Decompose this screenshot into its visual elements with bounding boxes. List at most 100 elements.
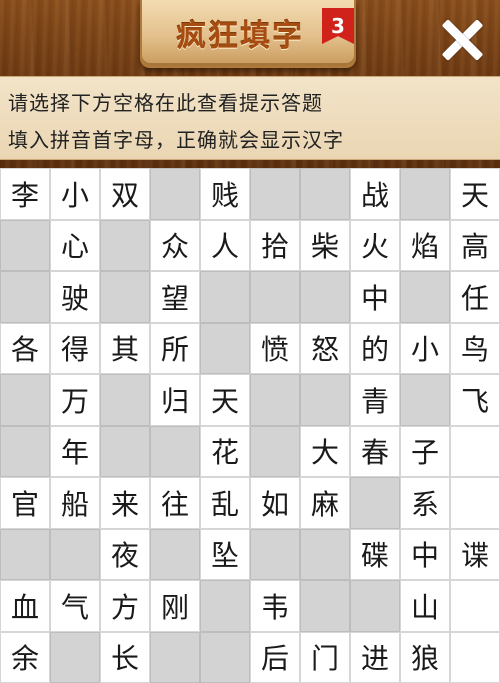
grid-cell[interactable]: 柴 [300, 219, 350, 271]
grid-cell[interactable] [450, 477, 500, 529]
close-icon[interactable] [436, 14, 488, 66]
grid-cell[interactable]: 春 [350, 425, 400, 477]
grid-cell[interactable]: 任 [450, 271, 500, 323]
title-plaque: 疯狂填字 3 [140, 0, 356, 68]
grid-block-cell [400, 374, 450, 426]
grid-block-cell [100, 219, 150, 271]
grid-cell[interactable]: 高 [450, 219, 500, 271]
grid-block-cell [200, 631, 250, 683]
grid-cell[interactable]: 人 [200, 219, 250, 271]
grid-cell[interactable] [450, 631, 500, 683]
grid-cell[interactable]: 山 [400, 580, 450, 632]
grid-block-cell [100, 425, 150, 477]
grid-block-cell [250, 271, 300, 323]
grid-block-cell [200, 322, 250, 374]
grid-cell[interactable]: 双 [100, 168, 150, 220]
grid-block-cell [0, 528, 50, 580]
grid-cell[interactable]: 众 [150, 219, 200, 271]
grid-cell[interactable]: 中 [350, 271, 400, 323]
grid-cell[interactable]: 心 [50, 219, 100, 271]
grid-cell[interactable]: 天 [200, 374, 250, 426]
grid-cell[interactable] [450, 425, 500, 477]
game-title: 疯狂填字 [176, 19, 304, 54]
grid-cell[interactable]: 得 [50, 322, 100, 374]
grid-cell[interactable]: 拾 [250, 219, 300, 271]
grid-block-cell [0, 219, 50, 271]
crossword-grid: 李小双贱战天心众人拾柴火焰高驶望中任各得其所愤怒的小鸟万归天青飞年花大春子官船来… [0, 168, 500, 683]
grid-block-cell [50, 528, 100, 580]
grid-block-cell [150, 631, 200, 683]
grid-cell[interactable]: 刚 [150, 580, 200, 632]
grid-cell[interactable]: 气 [50, 580, 100, 632]
grid-cell[interactable]: 归 [150, 374, 200, 426]
grid-cell[interactable]: 进 [350, 631, 400, 683]
grid-cell[interactable]: 战 [350, 168, 400, 220]
grid-cell[interactable]: 各 [0, 322, 50, 374]
grid-cell[interactable]: 狼 [400, 631, 450, 683]
level-number: 3 [331, 14, 345, 38]
grid-block-cell [200, 271, 250, 323]
grid-cell[interactable]: 系 [400, 477, 450, 529]
grid-block-cell [250, 374, 300, 426]
grid-block-cell [0, 271, 50, 323]
grid-cell[interactable]: 谍 [450, 528, 500, 580]
grid-block-cell [400, 168, 450, 220]
grid-cell[interactable]: 火 [350, 219, 400, 271]
grid-block-cell [300, 374, 350, 426]
grid-block-cell [400, 271, 450, 323]
grid-cell[interactable]: 怒 [300, 322, 350, 374]
grid-cell[interactable]: 如 [250, 477, 300, 529]
grid-block-cell [0, 374, 50, 426]
grid-cell[interactable]: 花 [200, 425, 250, 477]
grid-cell[interactable]: 驶 [50, 271, 100, 323]
grid-block-cell [250, 425, 300, 477]
grid-cell[interactable]: 长 [100, 631, 150, 683]
hint-panel: 请选择下方空格在此查看提示答题 填入拼音首字母，正确就会显示汉字 [0, 76, 500, 160]
grid-block-cell [100, 374, 150, 426]
grid-cell[interactable]: 小 [400, 322, 450, 374]
hint-line-1: 请选择下方空格在此查看提示答题 [8, 91, 323, 115]
grid-cell[interactable]: 万 [50, 374, 100, 426]
grid-cell[interactable]: 余 [0, 631, 50, 683]
grid-cell[interactable]: 门 [300, 631, 350, 683]
grid-block-cell [300, 271, 350, 323]
grid-cell[interactable]: 青 [350, 374, 400, 426]
grid-block-cell [350, 580, 400, 632]
grid-cell[interactable]: 坠 [200, 528, 250, 580]
grid-cell[interactable]: 船 [50, 477, 100, 529]
grid-block-cell [350, 477, 400, 529]
grid-cell[interactable]: 夜 [100, 528, 150, 580]
grid-cell[interactable]: 后 [250, 631, 300, 683]
grid-block-cell [100, 271, 150, 323]
grid-cell[interactable]: 愤 [250, 322, 300, 374]
grid-cell[interactable]: 贱 [200, 168, 250, 220]
grid-cell[interactable]: 麻 [300, 477, 350, 529]
grid-cell[interactable]: 望 [150, 271, 200, 323]
grid-cell[interactable]: 子 [400, 425, 450, 477]
grid-cell[interactable]: 大 [300, 425, 350, 477]
grid-cell[interactable] [450, 580, 500, 632]
grid-cell[interactable]: 李 [0, 168, 50, 220]
grid-cell[interactable]: 血 [0, 580, 50, 632]
grid-cell[interactable]: 所 [150, 322, 200, 374]
grid-cell[interactable]: 来 [100, 477, 150, 529]
grid-cell[interactable]: 小 [50, 168, 100, 220]
grid-cell[interactable]: 方 [100, 580, 150, 632]
grid-cell[interactable]: 官 [0, 477, 50, 529]
grid-cell[interactable]: 中 [400, 528, 450, 580]
grid-block-cell [300, 528, 350, 580]
grid-block-cell [0, 425, 50, 477]
grid-block-cell [300, 580, 350, 632]
grid-cell[interactable]: 韦 [250, 580, 300, 632]
grid-cell[interactable]: 乱 [200, 477, 250, 529]
grid-cell[interactable]: 往 [150, 477, 200, 529]
grid-cell[interactable]: 焰 [400, 219, 450, 271]
grid-cell[interactable]: 年 [50, 425, 100, 477]
grid-block-cell [200, 580, 250, 632]
grid-cell[interactable]: 其 [100, 322, 150, 374]
grid-cell[interactable]: 的 [350, 322, 400, 374]
grid-cell[interactable]: 鸟 [450, 322, 500, 374]
grid-cell[interactable]: 天 [450, 168, 500, 220]
grid-cell[interactable]: 飞 [450, 374, 500, 426]
grid-cell[interactable]: 碟 [350, 528, 400, 580]
